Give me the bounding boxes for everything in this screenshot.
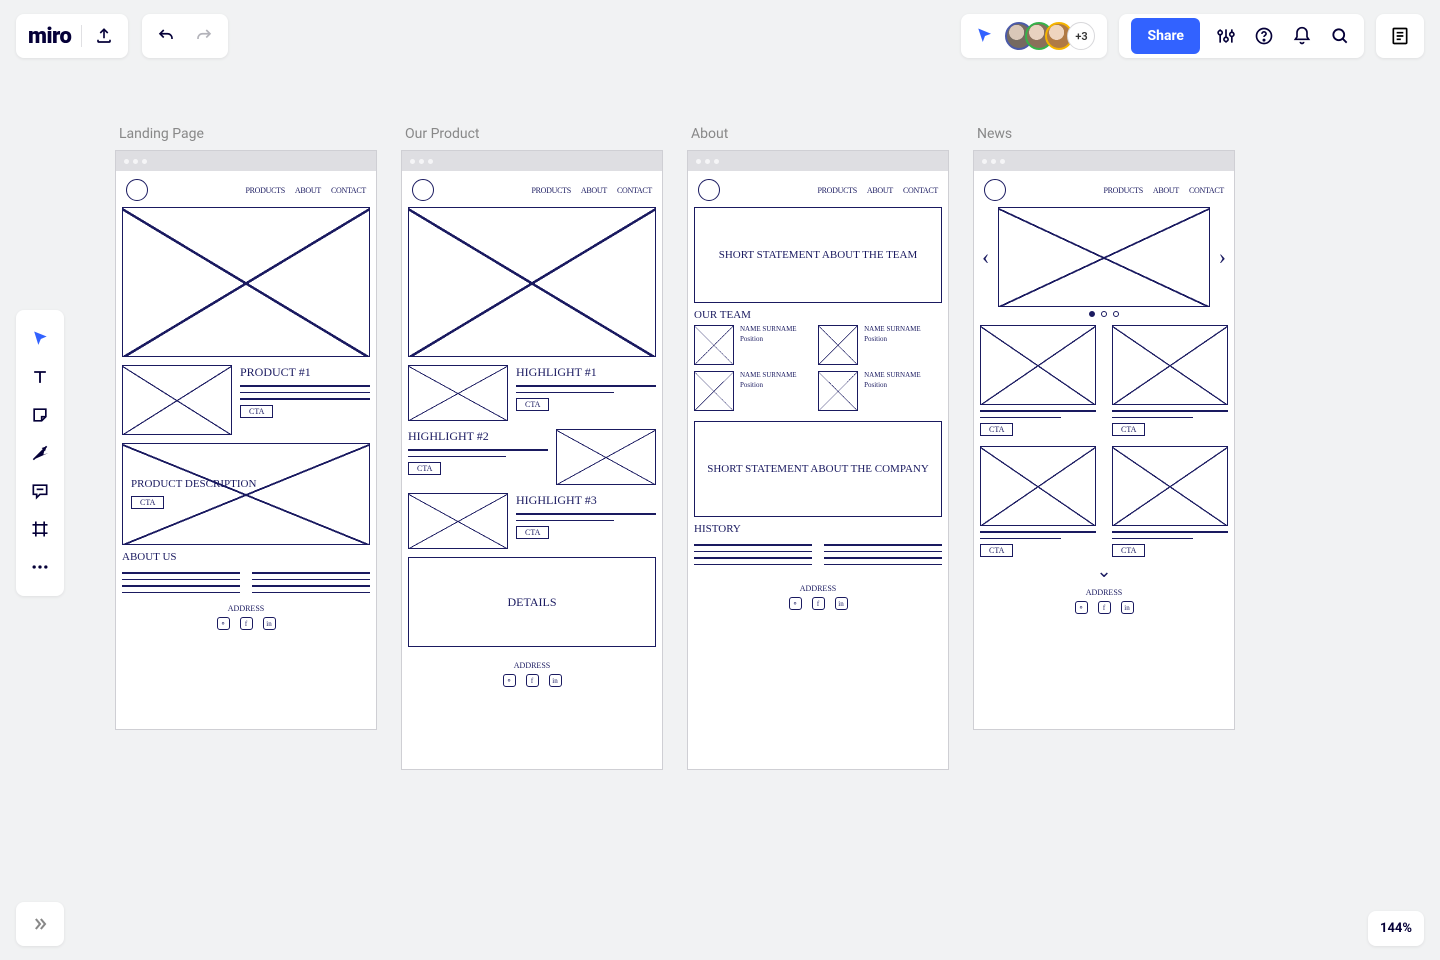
collab-group: +3 — [961, 14, 1107, 58]
side-toolbar — [16, 310, 64, 596]
search-icon[interactable] — [1328, 24, 1352, 48]
zoom-level[interactable]: 144% — [1368, 911, 1424, 946]
canvas[interactable]: Landing Page PRODUCTSABOUTCONTACT PRODUC… — [115, 126, 1235, 770]
frame-product[interactable]: PRODUCTSABOUTCONTACT HIGHLIGHT #1 CTA HI… — [401, 150, 663, 770]
frame-title[interactable]: News — [977, 126, 1235, 142]
hero-image-placeholder — [408, 207, 656, 357]
frame-tool[interactable] — [16, 510, 64, 548]
bell-icon[interactable] — [1290, 24, 1314, 48]
frame-about[interactable]: PRODUCTSABOUTCONTACT SHORT STATEMENT ABO… — [687, 150, 949, 770]
help-icon[interactable] — [1252, 24, 1276, 48]
logo-group: miro — [16, 14, 128, 58]
share-button[interactable]: Share — [1131, 18, 1200, 54]
notes-button[interactable] — [1376, 14, 1424, 58]
text-tool[interactable] — [16, 358, 64, 396]
frame-title[interactable]: Landing Page — [119, 126, 377, 142]
frame-title[interactable]: Our Product — [405, 126, 663, 142]
history-group — [142, 14, 228, 58]
expand-panel-button[interactable] — [16, 902, 64, 946]
frame-landing[interactable]: PRODUCTSABOUTCONTACT PRODUCT #1 CTA PROD… — [115, 150, 377, 730]
app-logo[interactable]: miro — [28, 24, 71, 49]
frame-news[interactable]: PRODUCTSABOUTCONTACT ‹ › CTA — [973, 150, 1235, 730]
export-icon[interactable] — [92, 24, 116, 48]
hero-image-placeholder — [122, 207, 370, 357]
avatar-more[interactable]: +3 — [1067, 22, 1095, 50]
carousel-next-icon: › — [1219, 244, 1226, 270]
image-placeholder: PRODUCT DESCRIPTION CTA — [122, 443, 370, 545]
wireframe-logo — [126, 179, 148, 201]
frame-title[interactable]: About — [691, 126, 949, 142]
avatars[interactable]: +3 — [1005, 22, 1095, 50]
undo-icon[interactable] — [154, 24, 178, 48]
chevron-down-icon: ⌄ — [980, 561, 1228, 582]
actions-group: Share — [1119, 14, 1364, 58]
arrow-tool[interactable] — [16, 434, 64, 472]
more-tools[interactable] — [16, 548, 64, 586]
sticky-tool[interactable] — [16, 396, 64, 434]
settings-icon[interactable] — [1214, 24, 1238, 48]
cursor-presence-icon[interactable] — [973, 24, 997, 48]
redo-icon[interactable] — [192, 24, 216, 48]
select-tool[interactable] — [16, 320, 64, 358]
comment-tool[interactable] — [16, 472, 64, 510]
carousel-prev-icon: ‹ — [982, 244, 989, 270]
image-placeholder — [122, 365, 232, 435]
